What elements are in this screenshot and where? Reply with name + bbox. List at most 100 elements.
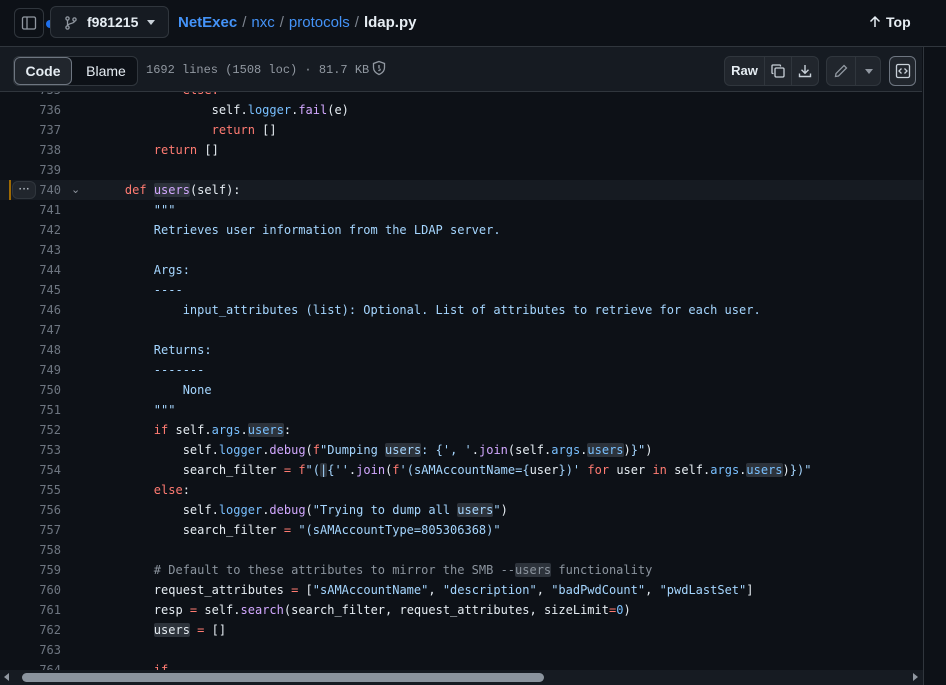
symbols-panel-button[interactable] (889, 56, 916, 86)
scroll-to-top-link[interactable]: Top (868, 14, 911, 30)
edit-file-button[interactable] (827, 57, 856, 85)
line-number[interactable]: 759 (0, 560, 61, 580)
code-text: """ (96, 203, 176, 217)
code-square-icon (895, 63, 911, 79)
line-number[interactable]: 761 (0, 600, 61, 620)
line-number[interactable]: 753 (0, 440, 61, 460)
code-lines: 735 else: 736 self.logger.fail(e) 737 re… (0, 92, 923, 670)
code-text: Retrieves user information from the LDAP… (96, 223, 501, 237)
line-number[interactable]: 760 (0, 580, 61, 600)
code-text: search_filter = f"(|{''.join(f'(sAMAccou… (96, 463, 812, 477)
file-info: 1692 lines (1508 loc) · 81.7 KB · (146, 63, 384, 77)
code-text: request_attributes = ["sAMAccountName", … (96, 583, 754, 597)
code-line: 746 input_attributes (list): Optional. L… (0, 300, 923, 320)
file-header-toolbar: Code Blame 1692 lines (1508 loc) · 81.7 … (0, 47, 922, 92)
line-number[interactable]: 738 (0, 140, 61, 160)
code-text: None (96, 383, 212, 397)
line-number[interactable]: 757 (0, 520, 61, 540)
code-line: 745 ---- (0, 280, 923, 300)
tab-code[interactable]: Code (14, 57, 72, 85)
code-text: if (153, 663, 169, 670)
scroll-right-arrow-icon[interactable] (913, 673, 918, 681)
scrollbar-thumb[interactable] (22, 673, 544, 682)
breadcrumb: NetExec / nxc / protocols / ldap.py (178, 14, 416, 31)
line-number[interactable]: 749 (0, 360, 61, 380)
line-number[interactable]: 745 (0, 280, 61, 300)
line-number[interactable]: 748 (0, 340, 61, 360)
copy-raw-button[interactable] (765, 57, 792, 85)
line-number[interactable]: 735 (0, 92, 61, 100)
code-line: 738 return [] (0, 140, 923, 160)
code-line-highlighted: ··· 740 ⌄ def users(self): (0, 180, 923, 200)
scroll-left-arrow-icon[interactable] (4, 673, 9, 681)
tab-blame[interactable]: Blame (74, 57, 138, 85)
code-line: 747 (0, 320, 923, 340)
code-text: resp = self.search(search_filter, reques… (96, 603, 631, 617)
raw-button[interactable]: Raw (725, 57, 765, 85)
chevron-down-icon (865, 69, 873, 74)
code-line: 754 search_filter = f"(|{''.join(f'(sAMA… (0, 460, 923, 480)
code-line: 737 return [] (0, 120, 923, 140)
line-number[interactable]: 755 (0, 480, 61, 500)
line-number[interactable]: 743 (0, 240, 61, 260)
code-line: 742 Retrieves user information from the … (0, 220, 923, 240)
line-number[interactable]: 739 (0, 160, 61, 180)
line-number[interactable]: 744 (0, 260, 61, 280)
horizontal-scrollbar[interactable] (0, 670, 923, 685)
copy-icon (771, 64, 785, 78)
line-number[interactable]: 754 (0, 460, 61, 480)
line-number[interactable]: 737 (0, 120, 61, 140)
line-number[interactable]: 742 (0, 220, 61, 240)
branch-selector-button[interactable]: f981215 (50, 6, 169, 38)
code-text: else: (153, 483, 190, 497)
file-tree-toggle-button[interactable] (14, 8, 54, 38)
code-line: 756 self.logger.debug("Trying to dump al… (0, 500, 923, 520)
line-number[interactable]: 740 (0, 180, 61, 200)
line-number[interactable]: 741 (0, 200, 61, 220)
code-line: 762 users = [] (0, 620, 923, 640)
code-text: ------- (96, 363, 205, 377)
line-number[interactable]: 763 (0, 640, 61, 660)
code-text: else: (96, 92, 219, 100)
pencil-icon (834, 64, 848, 78)
line-number[interactable]: 764 (0, 660, 61, 670)
breadcrumb-protocols-link[interactable]: protocols (289, 14, 350, 31)
fold-chevron-icon[interactable]: ⌄ (71, 180, 80, 200)
code-text: return [] (211, 123, 277, 137)
line-number[interactable]: 747 (0, 320, 61, 340)
breadcrumb-repo-link[interactable]: NetExec (178, 14, 237, 31)
edit-actions-group (826, 56, 881, 86)
code-text: search_filter = "(sAMAccountType=8053063… (96, 523, 501, 537)
more-edit-options-button[interactable] (856, 57, 881, 85)
shield-icon[interactable] (371, 60, 387, 76)
code-line: 759 # Default to these attributes to mir… (0, 560, 923, 580)
line-number[interactable]: 756 (0, 500, 61, 520)
code-line: 763 (0, 640, 923, 660)
line-number[interactable]: 758 (0, 540, 61, 560)
line-number[interactable]: 752 (0, 420, 61, 440)
breadcrumb-nxc-link[interactable]: nxc (251, 14, 274, 31)
line-number[interactable]: 762 (0, 620, 61, 640)
download-raw-button[interactable] (792, 57, 819, 85)
branch-name: f981215 (87, 14, 139, 30)
code-line: 750 None (0, 380, 923, 400)
code-view: 735 else: 736 self.logger.fail(e) 737 re… (0, 92, 923, 670)
code-text: ---- (96, 283, 183, 297)
line-number[interactable]: 736 (0, 100, 61, 120)
code-text: self.logger.debug("Trying to dump all us… (96, 503, 508, 517)
file-actions-group: Raw (724, 56, 819, 86)
breadcrumb-separator: / (354, 14, 359, 31)
code-line: 764 if (0, 660, 923, 670)
code-line: 749 ------- (0, 360, 923, 380)
code-text: if self.args.users: (153, 423, 292, 437)
code-text: # Default to these attributes to mirror … (96, 563, 653, 577)
code-text: input_attributes (list): Optional. List … (96, 303, 761, 317)
code-line: 753 self.logger.debug(f"Dumping users: {… (0, 440, 923, 460)
right-gutter (923, 47, 946, 685)
code-line: 755 else: (0, 480, 923, 500)
code-line: 741 """ (0, 200, 923, 220)
line-number[interactable]: 750 (0, 380, 61, 400)
line-number[interactable]: 746 (0, 300, 61, 320)
line-number[interactable]: 751 (0, 400, 61, 420)
code-line: 757 search_filter = "(sAMAccountType=805… (0, 520, 923, 540)
